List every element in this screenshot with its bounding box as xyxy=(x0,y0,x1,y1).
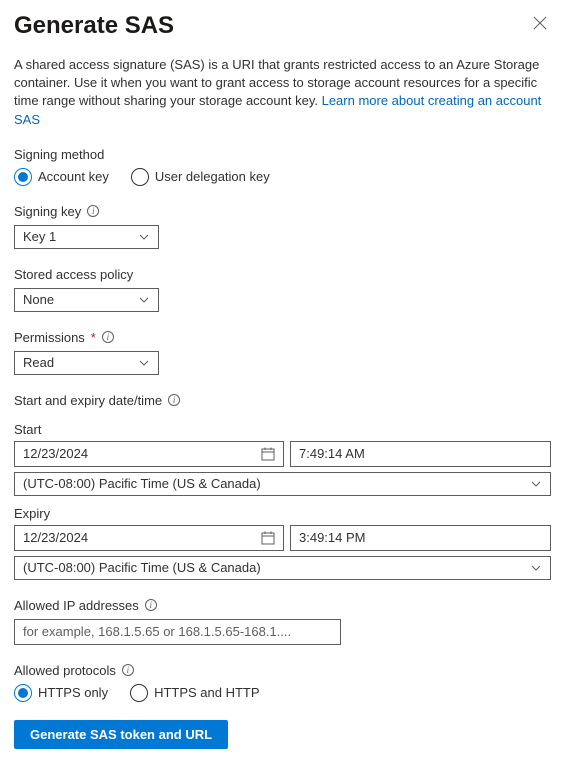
permissions-dropdown[interactable]: Read xyxy=(14,351,159,375)
signing-method-label: Signing method xyxy=(14,147,551,162)
expiry-date-value: 12/23/2024 xyxy=(23,530,261,545)
radio-icon xyxy=(130,684,148,702)
radio-account-key[interactable]: Account key xyxy=(14,168,109,186)
close-button[interactable] xyxy=(529,12,551,38)
chevron-down-icon xyxy=(530,562,542,574)
radio-user-delegation-label: User delegation key xyxy=(155,169,270,184)
radio-icon xyxy=(131,168,149,186)
expiry-time-input[interactable]: 3:49:14 PM xyxy=(290,525,551,551)
start-time-input[interactable]: 7:49:14 AM xyxy=(290,441,551,467)
signing-key-value: Key 1 xyxy=(23,229,138,244)
radio-https-http-label: HTTPS and HTTP xyxy=(154,685,259,700)
calendar-icon xyxy=(261,531,275,545)
radio-https-only-label: HTTPS only xyxy=(38,685,108,700)
radio-account-key-label: Account key xyxy=(38,169,109,184)
chevron-down-icon xyxy=(530,478,542,490)
start-date-value: 12/23/2024 xyxy=(23,446,261,461)
radio-https-http[interactable]: HTTPS and HTTP xyxy=(130,684,259,702)
radio-icon xyxy=(14,684,32,702)
stored-policy-label: Stored access policy xyxy=(14,267,551,282)
signing-key-label: Signing key xyxy=(14,204,81,219)
description-text: A shared access signature (SAS) is a URI… xyxy=(14,56,551,129)
info-icon[interactable]: i xyxy=(122,664,134,676)
chevron-down-icon xyxy=(138,231,150,243)
permissions-label: Permissions xyxy=(14,330,85,345)
start-time-value: 7:49:14 AM xyxy=(299,446,365,461)
expiry-date-input[interactable]: 12/23/2024 xyxy=(14,525,284,551)
signing-key-dropdown[interactable]: Key 1 xyxy=(14,225,159,249)
expiry-label: Expiry xyxy=(14,506,551,521)
radio-icon xyxy=(14,168,32,186)
info-icon[interactable]: i xyxy=(102,331,114,343)
start-label: Start xyxy=(14,422,551,437)
permissions-value: Read xyxy=(23,355,138,370)
datetime-section-label: Start and expiry date/time xyxy=(14,393,162,408)
info-icon[interactable]: i xyxy=(87,205,99,217)
info-icon[interactable]: i xyxy=(145,599,157,611)
stored-policy-value: None xyxy=(23,292,138,307)
radio-https-only[interactable]: HTTPS only xyxy=(14,684,108,702)
calendar-icon xyxy=(261,447,275,461)
start-date-input[interactable]: 12/23/2024 xyxy=(14,441,284,467)
generate-button[interactable]: Generate SAS token and URL xyxy=(14,720,228,749)
expiry-timezone-dropdown[interactable]: (UTC-08:00) Pacific Time (US & Canada) xyxy=(14,556,551,580)
info-icon[interactable]: i xyxy=(168,394,180,406)
chevron-down-icon xyxy=(138,357,150,369)
required-indicator: * xyxy=(91,330,96,345)
allowed-ips-label: Allowed IP addresses xyxy=(14,598,139,613)
allowed-ips-input[interactable] xyxy=(14,619,341,645)
stored-policy-dropdown[interactable]: None xyxy=(14,288,159,312)
page-title: Generate SAS xyxy=(14,12,174,40)
start-timezone-dropdown[interactable]: (UTC-08:00) Pacific Time (US & Canada) xyxy=(14,472,551,496)
allowed-protocols-label: Allowed protocols xyxy=(14,663,116,678)
expiry-timezone-value: (UTC-08:00) Pacific Time (US & Canada) xyxy=(23,560,530,575)
close-icon xyxy=(533,16,547,30)
start-timezone-value: (UTC-08:00) Pacific Time (US & Canada) xyxy=(23,476,530,491)
radio-user-delegation[interactable]: User delegation key xyxy=(131,168,270,186)
expiry-time-value: 3:49:14 PM xyxy=(299,530,366,545)
chevron-down-icon xyxy=(138,294,150,306)
